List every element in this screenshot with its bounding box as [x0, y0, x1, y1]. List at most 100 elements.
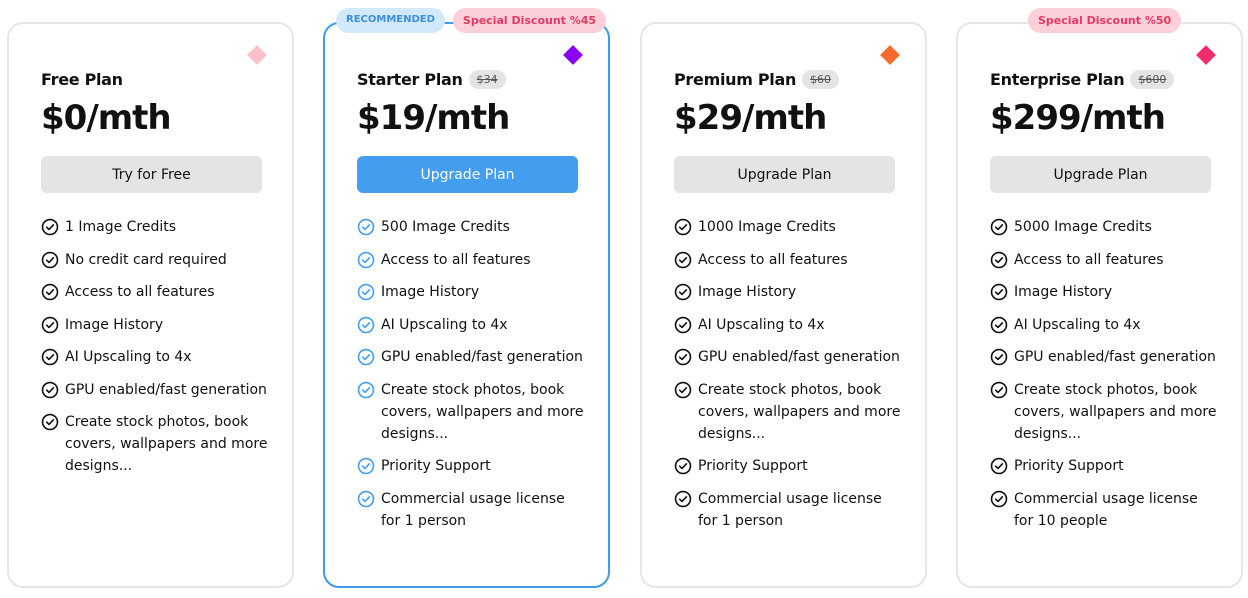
check-circle-icon: [357, 457, 375, 475]
feature-text: AI Upscaling to 4x: [65, 349, 192, 365]
feature-text: Access to all features: [65, 284, 215, 300]
feature-text: AI Upscaling to 4x: [698, 316, 825, 333]
upgrade-plan-button[interactable]: Upgrade Plan: [357, 156, 578, 193]
feature-item: Create stock photos, book covers, wallpa…: [357, 379, 587, 445]
feature-item: 1 Image Credits: [41, 216, 271, 238]
check-circle-icon: [357, 348, 375, 366]
feature-item: GPU enabled/fast generation: [41, 379, 271, 401]
upgrade-plan-button[interactable]: Upgrade Plan: [990, 156, 1211, 193]
feature-text: Image History: [1014, 284, 1113, 300]
old-price-badge: $34: [468, 70, 506, 89]
plan-name: Free Plan: [41, 70, 123, 89]
check-circle-icon: [674, 251, 692, 268]
feature-item: Create stock photos, book covers, wallpa…: [674, 379, 904, 445]
feature-item: Commercial usage license for 10 people: [990, 488, 1220, 532]
feature-item: Commercial usage license for 1 person: [674, 488, 904, 532]
feature-text: Commercial usage license for 1 person: [381, 490, 565, 529]
feature-text: Create stock photos, book covers, wallpa…: [381, 381, 584, 442]
feature-item: Create stock photos, book covers, wallpa…: [41, 411, 271, 477]
check-circle-icon: [41, 316, 59, 333]
plan-price: $19/mth: [357, 98, 510, 138]
feature-list: 1 Image Credits No credit card required Ac…: [41, 216, 271, 488]
feature-item: AI Upscaling to 4x: [357, 314, 587, 336]
discount-badge: Special Discount %45: [452, 8, 607, 33]
diamond-icon: [247, 45, 267, 65]
feature-text: Image History: [381, 284, 480, 300]
old-price-badge: $600: [1130, 70, 1175, 89]
feature-item: 5000 Image Credits: [990, 216, 1220, 238]
check-circle-icon: [357, 490, 375, 507]
diamond-icon: [1196, 45, 1216, 65]
starter-badges: RECOMMENDED Special Discount %45: [336, 8, 607, 33]
feature-item: Access to all features: [990, 249, 1220, 271]
feature-item: Commercial usage license for 1 person: [357, 488, 587, 532]
check-circle-icon: [990, 316, 1008, 333]
feature-item: Priority Support: [357, 455, 587, 477]
check-circle-icon: [674, 316, 692, 333]
feature-text: 1 Image Credits: [65, 219, 177, 235]
upgrade-plan-button[interactable]: Upgrade Plan: [674, 156, 895, 193]
feature-text: GPU enabled/fast generation: [65, 381, 267, 398]
feature-text: 500 Image Credits: [381, 219, 510, 235]
check-circle-icon: [674, 218, 692, 236]
feature-text: Image History: [698, 284, 797, 300]
feature-item: No credit card required: [41, 249, 271, 271]
check-circle-icon: [357, 283, 375, 301]
check-circle-icon: [674, 381, 692, 398]
check-circle-icon: [674, 283, 692, 301]
plan-card-enterprise: Enterprise Plan $600 $299/mth Upgrade Pl…: [956, 22, 1243, 588]
feature-item: AI Upscaling to 4x: [990, 314, 1220, 336]
feature-text: Priority Support: [698, 458, 808, 474]
feature-text: Image History: [65, 316, 164, 333]
check-circle-icon: [41, 251, 59, 268]
enterprise-badges: Special Discount %50: [1028, 8, 1182, 33]
feature-item: Access to all features: [357, 249, 587, 271]
try-for-free-button[interactable]: Try for Free: [41, 156, 262, 193]
feature-item: GPU enabled/fast generation: [990, 346, 1220, 368]
feature-item: Image History: [357, 281, 587, 303]
plan-price: $299/mth: [990, 98, 1166, 138]
feature-item: Priority Support: [990, 455, 1220, 477]
feature-item: 1000 Image Credits: [674, 216, 904, 238]
plan-name: Enterprise Plan: [990, 70, 1125, 89]
feature-item: 500 Image Credits: [357, 216, 587, 238]
check-circle-icon: [990, 218, 1008, 236]
feature-item: GPU enabled/fast generation: [674, 346, 904, 368]
feature-item: Image History: [674, 281, 904, 303]
check-circle-icon: [41, 218, 59, 236]
old-price-badge: $60: [802, 70, 840, 89]
feature-text: Priority Support: [1014, 458, 1124, 474]
feature-text: Access to all features: [381, 251, 531, 268]
feature-item: Create stock photos, book covers, wallpa…: [990, 379, 1220, 445]
feature-text: Create stock photos, book covers, wallpa…: [65, 414, 268, 474]
plan-card-free: Free Plan $0/mth Try for Free 1 Image Cr…: [7, 22, 294, 588]
feature-list: 1000 Image Credits Access to all features…: [674, 216, 904, 542]
feature-text: No credit card required: [65, 251, 227, 268]
feature-text: Create stock photos, book covers, wallpa…: [1014, 381, 1217, 442]
feature-text: AI Upscaling to 4x: [381, 316, 508, 333]
plan-name: Starter Plan: [357, 70, 463, 89]
check-circle-icon: [990, 457, 1008, 475]
feature-text: Access to all features: [1014, 251, 1164, 268]
feature-list: 500 Image Credits Access to all features I…: [357, 216, 587, 542]
check-circle-icon: [41, 348, 59, 366]
check-circle-icon: [357, 381, 375, 398]
check-circle-icon: [674, 457, 692, 475]
plan-card-starter: Starter Plan $34 $19/mth Upgrade Plan 50…: [323, 22, 610, 588]
check-circle-icon: [990, 381, 1008, 398]
check-circle-icon: [357, 251, 375, 268]
feature-text: Commercial usage license for 10 people: [1014, 490, 1198, 529]
plan-price: $29/mth: [674, 98, 827, 138]
diamond-icon: [880, 45, 900, 65]
check-circle-icon: [990, 348, 1008, 366]
plan-name: Premium Plan: [674, 70, 797, 89]
feature-item: Priority Support: [674, 455, 904, 477]
feature-text: AI Upscaling to 4x: [1014, 316, 1141, 333]
feature-item: GPU enabled/fast generation: [357, 346, 587, 368]
feature-item: Access to all features: [674, 249, 904, 271]
feature-text: GPU enabled/fast generation: [1014, 349, 1216, 365]
feature-text: Create stock photos, book covers, wallpa…: [698, 381, 901, 442]
check-circle-icon: [990, 251, 1008, 268]
plan-card-premium: Premium Plan $60 $29/mth Upgrade Plan 10…: [640, 22, 927, 588]
feature-text: 5000 Image Credits: [1014, 219, 1152, 235]
